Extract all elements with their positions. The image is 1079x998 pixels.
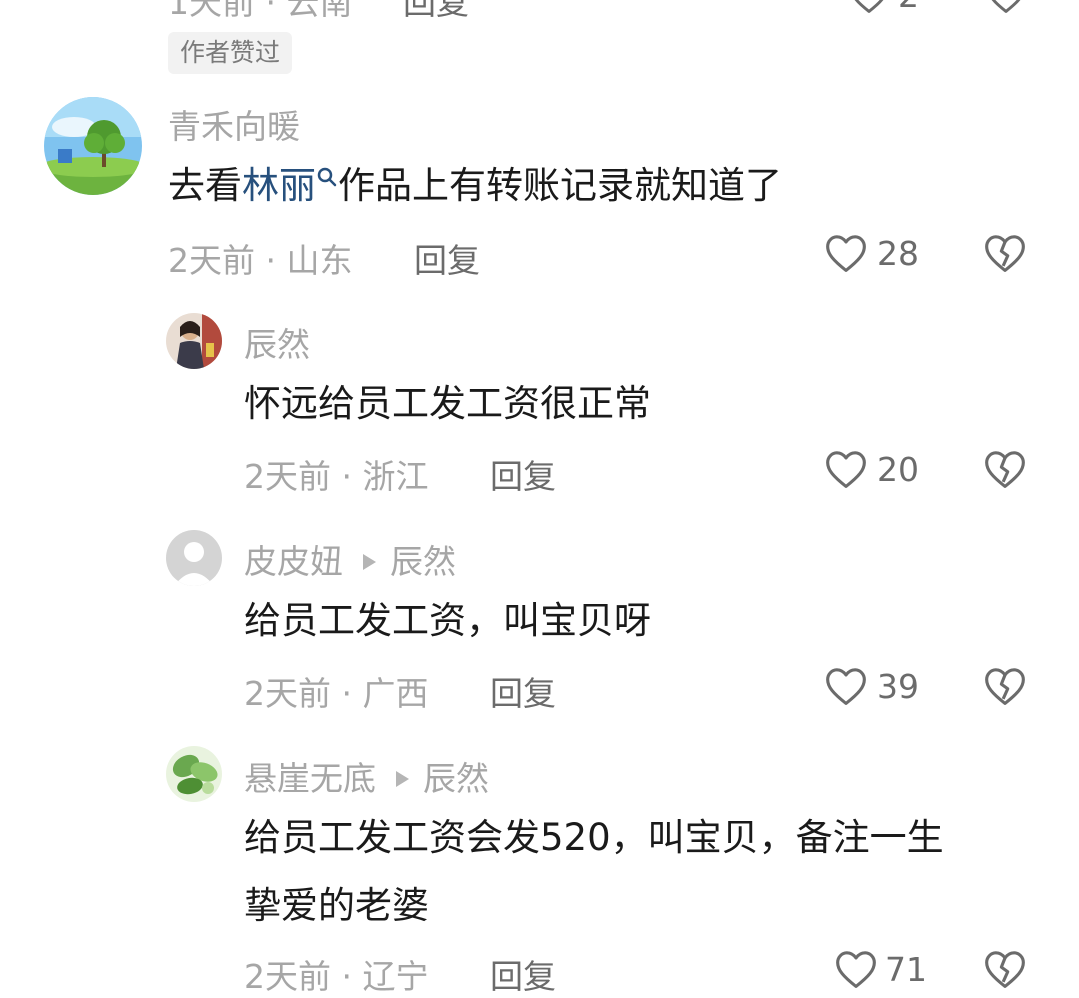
comment-location: 辽宁 xyxy=(362,957,429,996)
like-button[interactable] xyxy=(824,232,868,278)
comment-location: 浙江 xyxy=(362,457,429,496)
like-count: 71 xyxy=(885,950,927,989)
comment-meta: 2天前 · 辽宁 xyxy=(244,957,429,996)
heart-outline-icon xyxy=(854,0,884,13)
broken-heart-icon xyxy=(985,668,1025,705)
keyword-text: 林丽 xyxy=(242,164,316,207)
dislike-button[interactable] xyxy=(983,948,1027,994)
play-triangle-icon xyxy=(396,770,409,787)
reply-to-username[interactable]: 辰然 xyxy=(390,542,456,581)
comment-time: 2天前 xyxy=(244,957,331,996)
comment-location: 广西 xyxy=(362,674,429,713)
heart-outline-icon xyxy=(826,235,866,272)
comment-username[interactable]: 辰然 xyxy=(244,318,310,366)
comment-meta: 2天前 · 浙江 xyxy=(244,457,429,496)
comment-text-after: 作品上有转账记录就知道了 xyxy=(338,164,782,207)
comment-username-line: 悬崖无底 辰然 xyxy=(244,752,489,800)
comment-text: 给员工发工资，叫宝贝呀 xyxy=(244,599,651,642)
partial-like-button[interactable] xyxy=(848,0,890,18)
comment-time: 2天前 xyxy=(244,674,331,713)
broken-heart-icon xyxy=(985,235,1025,272)
comment-meta: 2天前 · 广西 xyxy=(244,674,429,713)
comment-meta: 2天前 · 山东 xyxy=(168,241,353,280)
reply-button[interactable]: 回复 xyxy=(490,450,556,498)
comment-location: 山东 xyxy=(286,241,353,280)
broken-heart-icon xyxy=(991,0,1021,13)
like-count: 20 xyxy=(877,450,919,489)
reply-button[interactable]: 回复 xyxy=(490,667,556,715)
reply-to-username[interactable]: 辰然 xyxy=(423,759,489,798)
like-button[interactable] xyxy=(824,665,868,711)
author-liked-badge: 作者赞过 xyxy=(168,32,293,74)
keyword-link[interactable]: 林丽 xyxy=(242,164,338,207)
heart-outline-icon xyxy=(826,451,866,488)
avatar[interactable] xyxy=(166,313,222,369)
partial-meta-text: 1天前 · 云南 xyxy=(168,0,353,22)
comment-username[interactable]: 青禾向暖 xyxy=(168,100,300,148)
comment-time: 2天前 xyxy=(244,457,331,496)
comment-text: 怀远给员工发工资很正常 xyxy=(244,382,651,425)
comment-username[interactable]: 皮皮妞 xyxy=(244,542,343,581)
like-button[interactable] xyxy=(824,448,868,494)
partial-dislike-button[interactable] xyxy=(985,0,1027,18)
search-icon xyxy=(317,167,337,187)
broken-heart-icon xyxy=(985,951,1025,988)
partial-comment-meta: 1天前 · 云南 回复 xyxy=(168,0,469,24)
avatar[interactable] xyxy=(44,97,142,195)
heart-outline-icon xyxy=(826,668,866,705)
dislike-button[interactable] xyxy=(983,665,1027,711)
comment-text-line-2: 挚爱的老婆 xyxy=(244,884,429,927)
comment-username[interactable]: 悬崖无底 xyxy=(244,759,376,798)
comment-time: 2天前 xyxy=(168,241,255,280)
reply-button[interactable]: 回复 xyxy=(490,950,556,998)
reply-button[interactable]: 回复 xyxy=(414,234,480,282)
dislike-button[interactable] xyxy=(983,448,1027,494)
like-count: 39 xyxy=(877,667,919,706)
comment-text: 去看林丽 作品上有转账记录就知道了 xyxy=(168,152,782,220)
like-count: 28 xyxy=(877,234,919,273)
like-button[interactable] xyxy=(834,948,878,994)
comment-text-before: 去看 xyxy=(168,164,242,207)
dislike-button[interactable] xyxy=(983,232,1027,278)
avatar[interactable] xyxy=(166,746,222,802)
comment-text-line-1: 给员工发工资会发520，叫宝贝，备注一生 xyxy=(244,816,944,859)
partial-reply-button[interactable]: 回复 xyxy=(403,0,469,22)
partial-like-count: 2 xyxy=(898,0,919,15)
comment-username-line: 皮皮妞 辰然 xyxy=(244,535,456,583)
heart-outline-icon xyxy=(836,951,876,988)
avatar[interactable] xyxy=(166,530,222,586)
broken-heart-icon xyxy=(985,451,1025,488)
play-triangle-icon xyxy=(363,553,376,570)
